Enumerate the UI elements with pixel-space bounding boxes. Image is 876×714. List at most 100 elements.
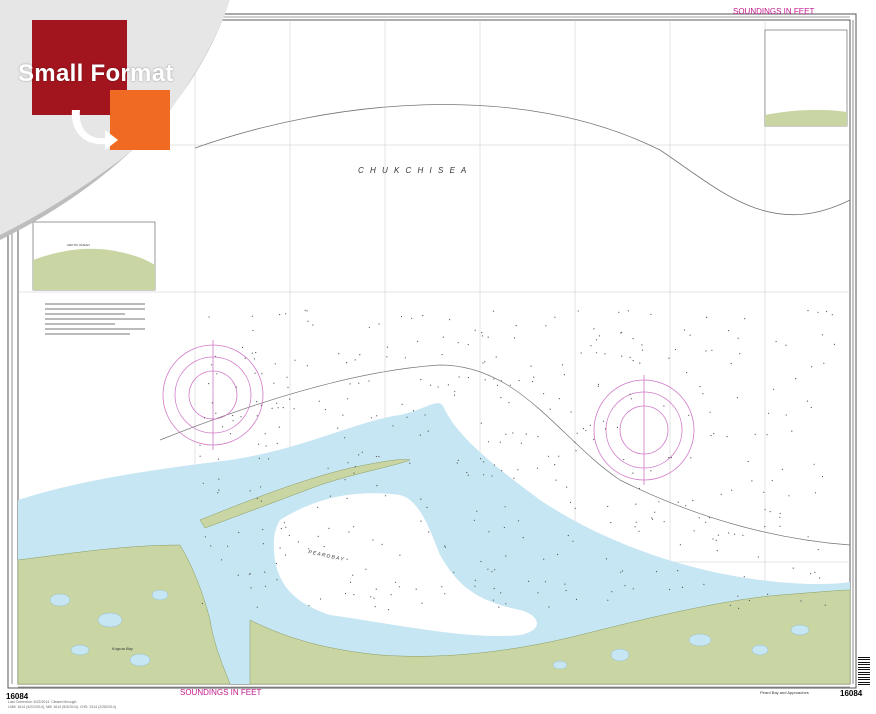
sounding-mark: [635, 521, 637, 523]
sounding-mark: [368, 326, 370, 328]
sounding-mark: [467, 474, 469, 476]
sounding-mark: [813, 463, 815, 465]
sounding-mark: [663, 405, 665, 407]
sounding-mark: [260, 486, 262, 488]
sounding-mark: [689, 334, 691, 336]
sounding-mark: [344, 437, 346, 439]
sounding-mark: [495, 356, 497, 358]
sounding-mark: [632, 360, 634, 362]
sounding-mark: [329, 495, 331, 497]
sounding-mark: [199, 444, 201, 446]
sounding-mark: [353, 472, 355, 474]
sounding-mark: [358, 382, 360, 384]
sounding-mark: [420, 520, 422, 522]
sounding-mark: [618, 311, 620, 313]
sounding-mark: [346, 558, 348, 560]
sounding-mark: [457, 342, 459, 344]
sounding-mark: [792, 567, 794, 569]
sounding-mark: [715, 539, 717, 541]
sounding-mark: [386, 356, 388, 358]
sounding-mark: [530, 365, 532, 367]
sounding-mark: [621, 355, 623, 357]
sounding-mark: [508, 402, 510, 404]
sounding-mark: [202, 482, 204, 484]
sounding-mark: [401, 403, 403, 405]
sounding-mark: [728, 330, 730, 332]
sounding-mark: [415, 588, 417, 590]
sounding-mark: [501, 470, 503, 472]
sounding-mark: [211, 364, 213, 366]
sounding-mark: [346, 398, 348, 400]
sounding-mark: [392, 425, 394, 427]
sounding-mark: [621, 331, 623, 333]
sounding-mark: [512, 432, 514, 434]
sounding-mark: [811, 366, 813, 368]
sounding-mark: [346, 497, 348, 499]
sounding-mark: [483, 461, 485, 463]
sounding-mark: [692, 500, 694, 502]
sounding-mark: [258, 443, 260, 445]
sounding-mark: [706, 316, 708, 318]
sounding-mark: [513, 337, 516, 339]
sounding-mark: [318, 400, 320, 402]
sounding-mark: [278, 426, 280, 428]
sounding-mark: [616, 426, 619, 428]
sounding-mark: [504, 506, 506, 508]
sounding-mark: [441, 586, 443, 588]
sounding-mark: [806, 400, 809, 402]
sounding-mark: [622, 570, 624, 572]
sounding-mark: [677, 570, 679, 572]
sounding-mark: [493, 378, 495, 380]
sounding-mark: [457, 459, 459, 461]
sounding-mark: [564, 583, 566, 585]
sounding-mark: [737, 595, 739, 597]
sounding-mark: [517, 520, 520, 522]
sounding-mark: [412, 410, 415, 412]
sounding-mark: [254, 372, 256, 374]
sounding-mark: [279, 547, 281, 549]
small-format-label: Small Format: [18, 60, 174, 87]
sounding-mark: [766, 434, 768, 436]
sounding-mark: [821, 475, 824, 478]
sounding-mark: [347, 462, 349, 464]
sounding-mark: [444, 545, 446, 547]
sounding-mark: [738, 607, 740, 610]
sounding-mark: [641, 344, 643, 346]
sounding-mark: [354, 359, 356, 361]
sounding-mark: [767, 412, 770, 414]
sounding-mark: [693, 530, 695, 532]
sounding-mark: [237, 574, 239, 576]
sounding-mark: [620, 571, 622, 573]
sounding-mark: [570, 411, 572, 413]
sounding-mark: [630, 398, 633, 400]
sounding-mark: [833, 343, 836, 345]
sounding-mark: [232, 414, 234, 417]
sounding-mark: [754, 433, 756, 435]
sounding-mark: [384, 495, 387, 497]
sounding-mark: [543, 558, 545, 560]
sounding-mark: [595, 352, 598, 354]
sounding-mark: [650, 313, 652, 315]
sounding-mark: [378, 323, 380, 325]
sounding-mark: [215, 412, 217, 414]
sounding-mark: [566, 486, 568, 488]
sounding-mark: [306, 365, 308, 367]
sounding-mark: [454, 390, 456, 392]
sounding-mark: [555, 479, 557, 481]
sounding-mark: [624, 585, 626, 587]
sounding-mark: [274, 363, 276, 365]
sounding-mark: [651, 518, 654, 520]
sounding-mark: [567, 534, 569, 537]
sounding-mark: [610, 522, 612, 524]
sounding-mark: [728, 532, 730, 534]
sounding-mark: [304, 309, 306, 311]
sounding-mark: [487, 441, 490, 443]
sounding-mark: [387, 609, 390, 611]
sounding-mark: [709, 411, 711, 413]
sounding-mark: [449, 319, 451, 321]
sounding-mark: [264, 571, 266, 573]
sounding-mark: [204, 536, 206, 538]
badge-orange-square: [110, 90, 170, 150]
sounding-mark: [518, 379, 520, 382]
sounding-mark: [346, 362, 348, 364]
